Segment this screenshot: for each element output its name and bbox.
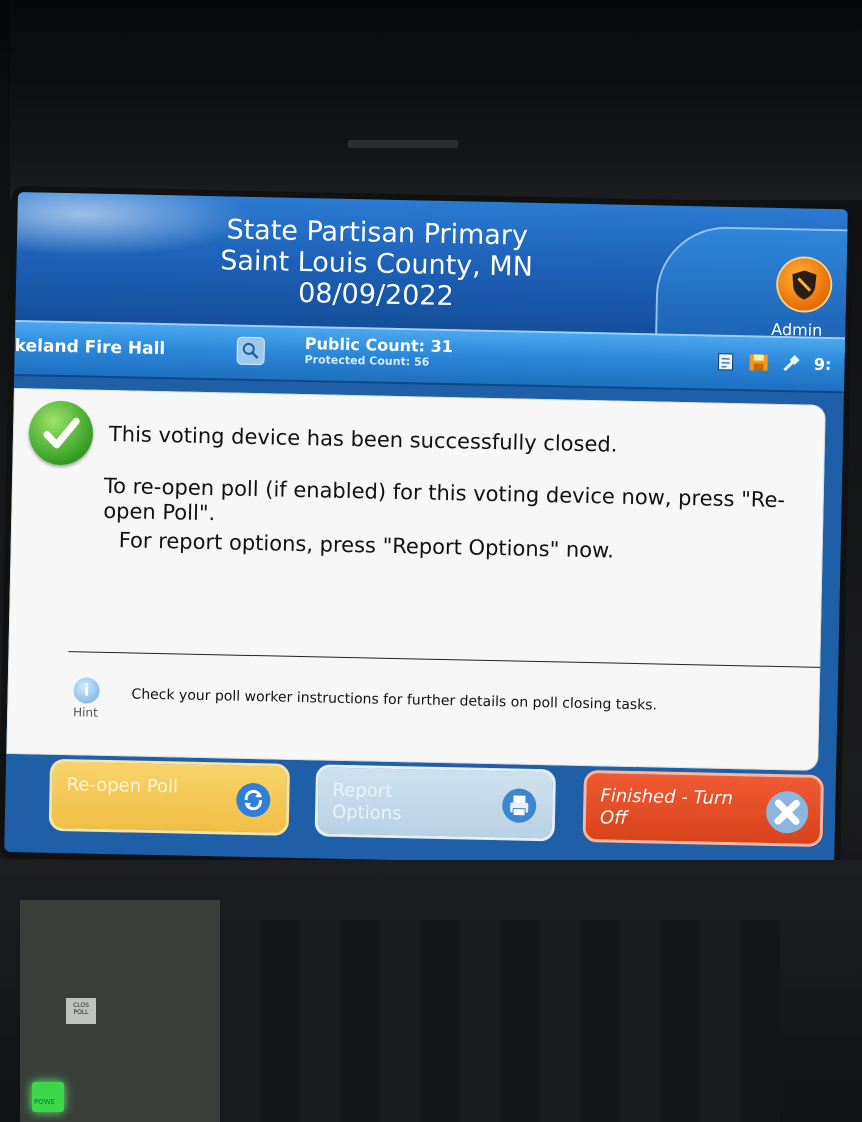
ballot-counts: Public Count: 31 Protected Count: 56 [304,334,453,369]
closed-message: This voting device has been successfully… [108,421,618,457]
shield-icon [792,270,817,300]
power-label: POWE [34,1098,56,1106]
search-icon [242,342,259,359]
report-options-label: Report Options [331,779,402,825]
floppy-icon [747,351,769,373]
finished-turn-off-button[interactable]: Finished - Turn Off [582,769,824,847]
reopen-poll-button[interactable]: Re-open Poll [48,758,291,836]
plug-icon [781,352,803,374]
power-indicator [32,1082,64,1112]
election-title: State Partisan Primary Saint Louis Count… [206,214,548,314]
hint-label: Hint [72,705,98,720]
report-instructions: For report options, press "Report Option… [118,528,615,563]
close-x-icon [765,790,809,834]
reopen-poll-label: Re-open Poll [66,774,179,798]
voting-device-screen: State Partisan Primary Saint Louis Count… [4,192,848,870]
ballot-tray [180,920,780,1122]
device-bezel-top [10,0,862,200]
report-options-button[interactable]: Report Options [314,764,557,842]
hint-info-icon[interactable]: i [73,677,100,704]
hint-text: Check your poll worker instructions for … [131,686,658,714]
success-check-icon [28,400,94,466]
message-panel: This voting device has been successfully… [6,387,826,771]
document-icon [714,351,736,373]
refresh-icon [235,782,271,818]
search-button[interactable] [236,336,266,366]
close-poll-label: CLOS POLL [66,998,96,1024]
clock-time: 9: [813,354,832,374]
status-icons: 9: [714,351,832,375]
bezel-slot [348,140,458,148]
printer-icon [501,788,537,823]
finished-turn-off-label: Finished - Turn Off [599,785,734,829]
photo-scene: State Partisan Primary Saint Louis Count… [0,0,862,1122]
divider [68,651,821,668]
polling-location: keland Fire Hall [14,335,166,360]
